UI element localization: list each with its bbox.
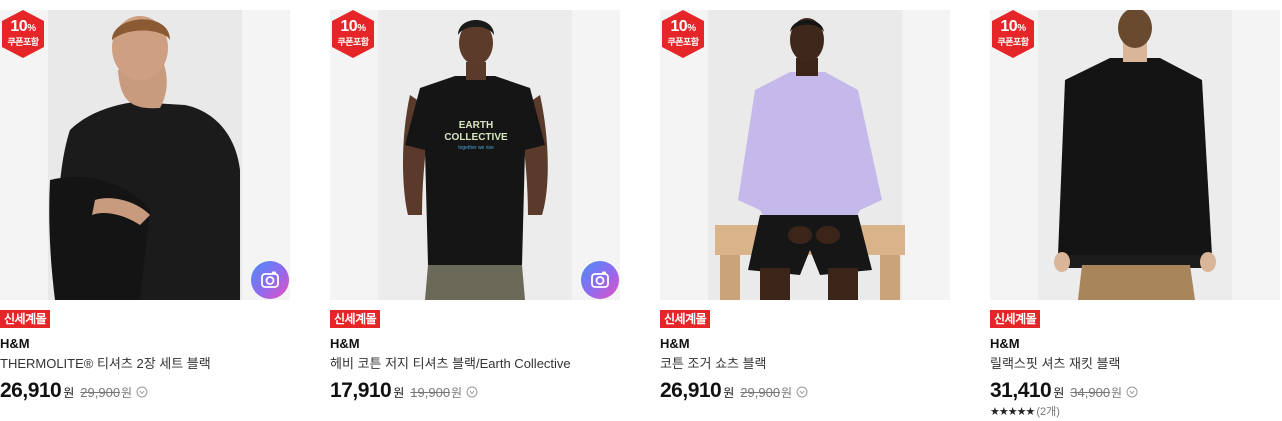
coupon-badge: 10% 쿠폰포함 — [330, 10, 376, 58]
price-row: 26,910 원 29,900 원 — [0, 379, 290, 403]
coupon-badge: 10% 쿠폰포함 — [990, 10, 1036, 58]
svg-text:together we rise: together we rise — [458, 145, 494, 151]
mall-badge: 신세계몰 — [330, 310, 381, 328]
mall-badge: 신세계몰 — [990, 310, 1041, 328]
product-image[interactable]: 10% 쿠폰포함 — [660, 10, 950, 300]
photo-review-button[interactable] — [251, 261, 289, 299]
currency-unit: 원 — [63, 386, 75, 400]
product-name[interactable]: 릴랙스핏 셔츠 재킷 블랙 — [990, 355, 1280, 373]
sale-price: 17,910 — [330, 379, 392, 402]
price-row: 17,910 원 19,900 원 — [330, 379, 620, 403]
price-info-icon[interactable] — [136, 385, 148, 398]
brand-name[interactable]: H&M — [660, 336, 950, 352]
camera-icon — [591, 271, 609, 288]
coupon-badge: 10% 쿠폰포함 — [660, 10, 706, 58]
price-row: 31,410 원 34,900 원 — [990, 379, 1280, 403]
brand-name[interactable]: H&M — [330, 336, 620, 352]
product-image[interactable]: 10% 쿠폰포함 — [990, 10, 1280, 300]
mall-badge: 신세계몰 — [660, 310, 711, 328]
currency-unit: 원 — [723, 386, 735, 400]
currency-unit: 원 — [781, 386, 793, 400]
photo-review-button[interactable] — [581, 261, 619, 299]
product-name[interactable]: THERMOLITE® 티셔츠 2장 세트 블랙 — [0, 355, 290, 373]
review-count: (2개) — [1036, 406, 1060, 418]
price-info-icon[interactable] — [1126, 385, 1138, 398]
product-card[interactable]: 10% 쿠폰포함 신세계몰 H&M 코튼 조거 쇼츠 블랙 26,910 원 2… — [660, 10, 950, 403]
brand-name[interactable]: H&M — [990, 336, 1280, 352]
sale-price: 31,410 — [990, 379, 1052, 402]
sale-price: 26,910 — [660, 379, 722, 402]
product-name[interactable]: 코튼 조거 쇼츠 블랙 — [660, 355, 950, 373]
product-name[interactable]: 헤비 코튼 저지 티셔츠 블랙/Earth Collective — [330, 355, 620, 373]
currency-unit: 원 — [451, 386, 463, 400]
price-info-icon[interactable] — [466, 385, 478, 398]
svg-text:EARTH: EARTH — [459, 120, 493, 131]
price-row: 26,910 원 29,900 원 — [660, 379, 950, 403]
original-price: 29,900 — [740, 385, 781, 400]
original-price: 19,900 — [410, 385, 451, 400]
product-card[interactable]: EARTH COLLECTIVE together we rise 10% 쿠폰… — [330, 10, 620, 403]
mall-badge: 신세계몰 — [0, 310, 51, 328]
product-card[interactable]: 10% 쿠폰포함 신세계몰 H&M 릴랙스핏 셔츠 재킷 블랙 31,410 원… — [990, 10, 1280, 419]
camera-icon — [261, 271, 279, 288]
coupon-badge: 10% 쿠폰포함 — [0, 10, 46, 58]
price-info-icon[interactable] — [796, 385, 808, 398]
product-image[interactable]: 10% 쿠폰포함 — [0, 10, 290, 300]
rating-stars: ★★★★★ — [990, 406, 1035, 418]
product-card[interactable]: 10% 쿠폰포함 신세계몰 H&M THERMOLITE® 티셔츠 2장 세트 … — [0, 10, 290, 403]
currency-unit: 원 — [121, 386, 133, 400]
product-image[interactable]: EARTH COLLECTIVE together we rise 10% 쿠폰… — [330, 10, 620, 300]
product-rating[interactable]: ★★★★★ (2개) — [990, 405, 1280, 419]
currency-unit: 원 — [1111, 386, 1123, 400]
currency-unit: 원 — [393, 386, 405, 400]
original-price: 29,900 — [80, 385, 121, 400]
currency-unit: 원 — [1053, 386, 1065, 400]
brand-name[interactable]: H&M — [0, 336, 290, 352]
sale-price: 26,910 — [0, 379, 62, 402]
svg-text:COLLECTIVE: COLLECTIVE — [444, 132, 508, 143]
original-price: 34,900 — [1070, 385, 1111, 400]
